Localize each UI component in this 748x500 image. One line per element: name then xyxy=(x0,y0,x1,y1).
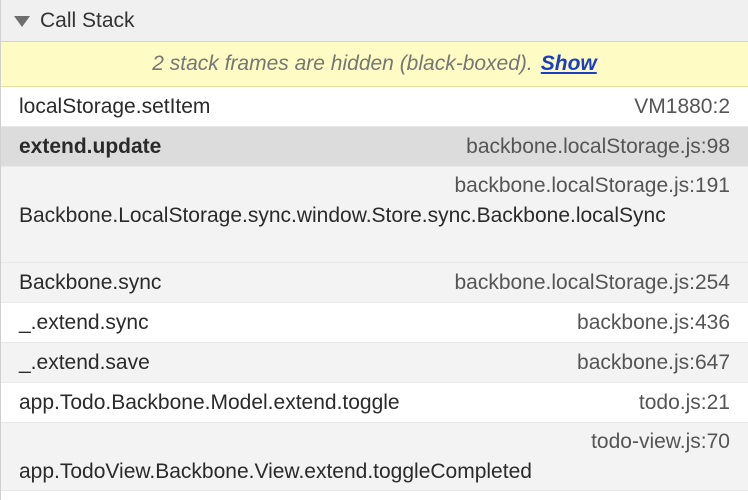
stack-frame[interactable]: todo-view.js:70 app.TodoView.Backbone.Vi… xyxy=(1,423,748,491)
stack-frame-list: localStorage.setItem VM1880:2 extend.upd… xyxy=(1,87,748,491)
stack-frame[interactable]: backbone.localStorage.js:191 Backbone.Lo… xyxy=(1,167,748,263)
frame-location[interactable]: backbone.localStorage.js:98 xyxy=(466,135,730,159)
stack-frame[interactable]: localStorage.setItem VM1880:2 xyxy=(1,87,748,127)
frame-location[interactable]: VM1880:2 xyxy=(634,95,730,119)
frame-function: localStorage.setItem xyxy=(19,94,211,118)
frame-location[interactable]: backbone.localStorage.js:254 xyxy=(454,271,730,295)
blackbox-message: 2 stack frames are hidden (black-boxed). xyxy=(152,52,533,75)
call-stack-header[interactable]: Call Stack xyxy=(1,0,748,42)
frame-location[interactable]: backbone.js:647 xyxy=(577,351,730,375)
stack-frame[interactable]: app.Todo.Backbone.Model.extend.toggle to… xyxy=(1,383,748,423)
stack-frame[interactable]: _.extend.sync backbone.js:436 xyxy=(1,303,748,343)
frame-function: extend.update xyxy=(19,134,162,158)
frame-function: _.extend.save xyxy=(19,350,150,374)
blackbox-banner: 2 stack frames are hidden (black-boxed).… xyxy=(1,42,748,87)
frame-function: app.Todo.Backbone.Model.extend.toggle xyxy=(19,390,400,414)
call-stack-title: Call Stack xyxy=(40,8,135,32)
frame-function: app.TodoView.Backbone.View.extend.toggle… xyxy=(19,460,532,483)
frame-location[interactable]: todo-view.js:70 xyxy=(19,427,730,457)
expand-triangle-icon[interactable] xyxy=(14,16,30,27)
stack-frame[interactable]: _.extend.save backbone.js:647 xyxy=(1,343,748,383)
show-hidden-frames-link[interactable]: Show xyxy=(541,52,597,76)
frame-function: Backbone.LocalStorage.sync.window.Store.… xyxy=(19,204,666,227)
frame-location[interactable]: backbone.localStorage.js:191 xyxy=(19,171,730,201)
frame-location[interactable]: todo.js:21 xyxy=(639,391,730,415)
frame-location[interactable]: backbone.js:436 xyxy=(577,311,730,335)
stack-frame[interactable]: Backbone.sync backbone.localStorage.js:2… xyxy=(1,263,748,303)
stack-frame-selected[interactable]: extend.update backbone.localStorage.js:9… xyxy=(1,127,748,167)
frame-function: _.extend.sync xyxy=(19,310,149,334)
call-stack-panel: Call Stack 2 stack frames are hidden (bl… xyxy=(0,0,748,500)
frame-function: Backbone.sync xyxy=(19,270,162,294)
